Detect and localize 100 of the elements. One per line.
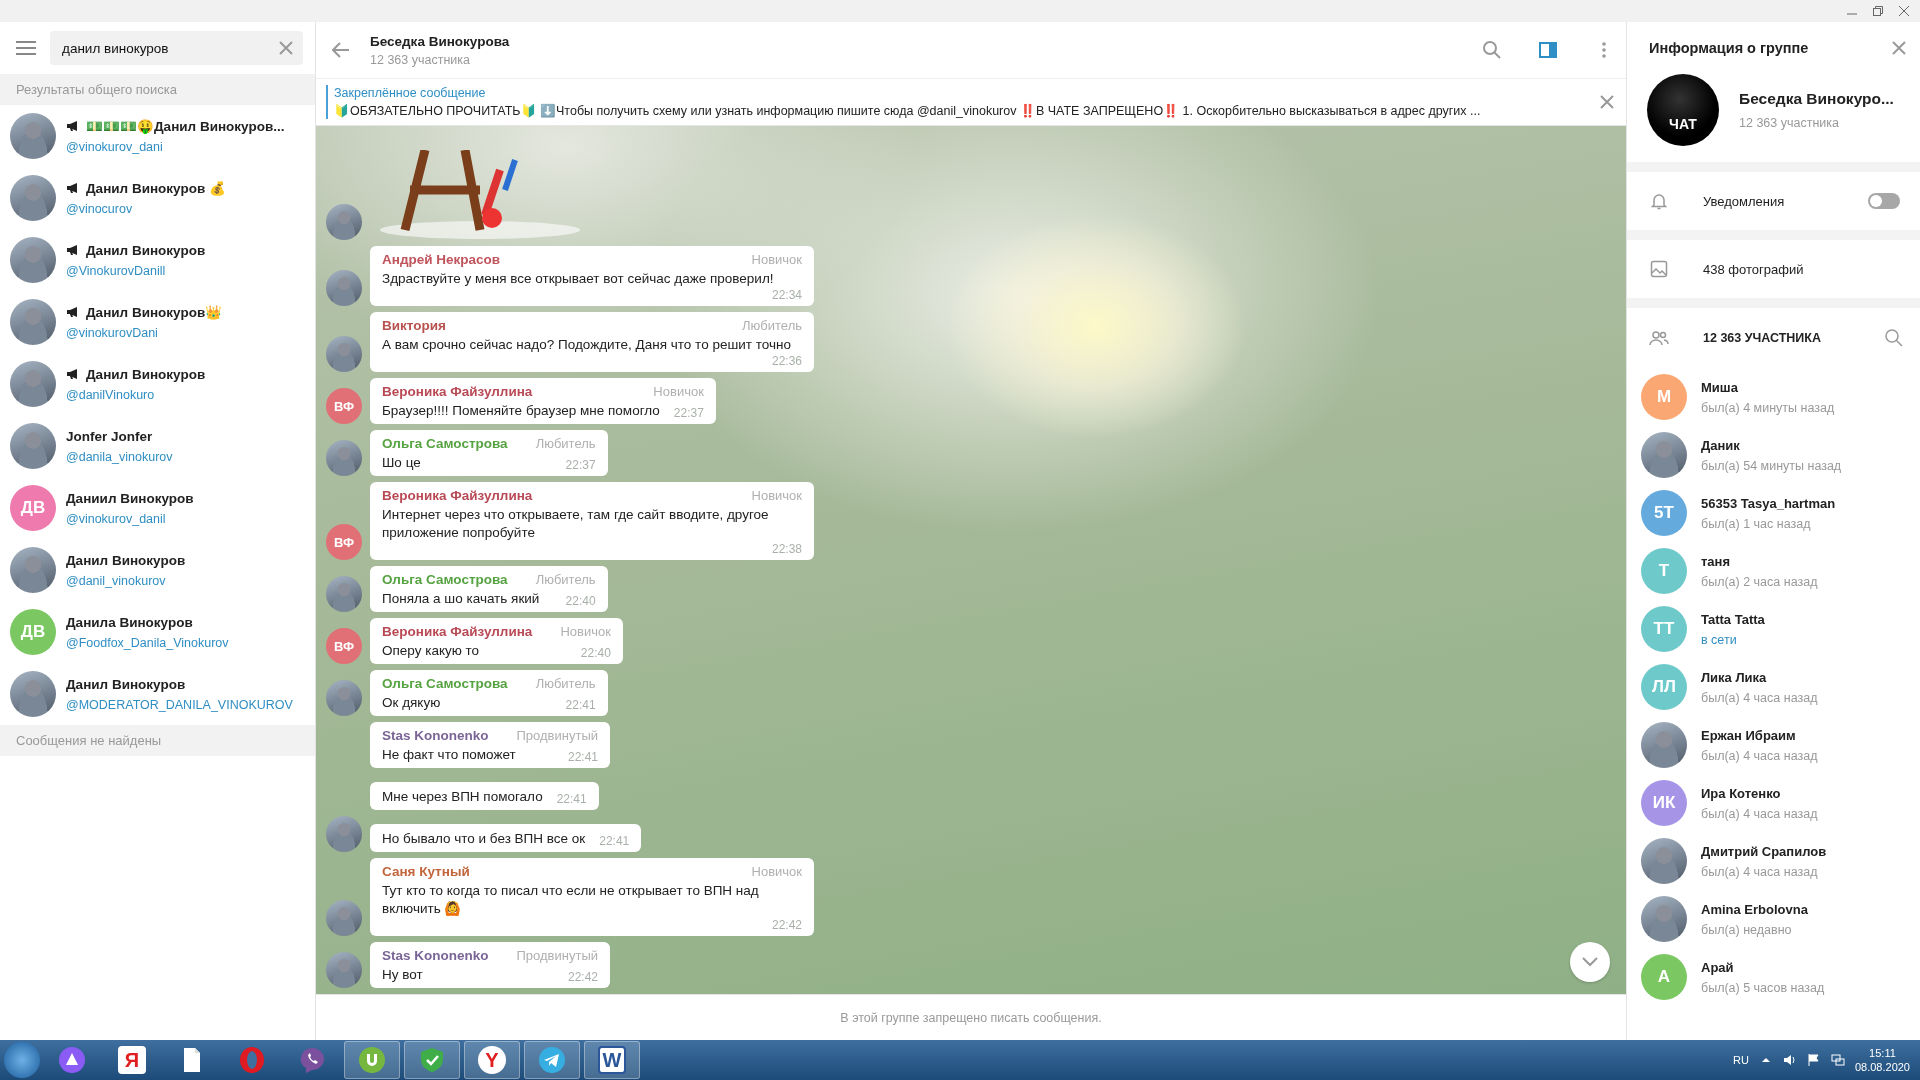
group-name: Беседка Винокуро... (1739, 90, 1894, 108)
photos-row[interactable]: 438 фотографий (1627, 240, 1920, 298)
taskbar-app[interactable]: W (584, 1041, 640, 1079)
search-result[interactable]: 💵💵💵🤑Данил Винокуров... @vinokurov_dani (0, 105, 315, 167)
bell-icon (1649, 191, 1669, 211)
sender-name[interactable]: Stas Kononenko (382, 948, 489, 963)
sender-name[interactable]: Саня Кутный (382, 864, 470, 879)
message-text: Мне через ВПН помогало (382, 788, 543, 806)
member-rank: Продвинутый (516, 948, 599, 963)
member-item[interactable]: 5T 56353 Tasya_hartman был(а) 1 час назад (1627, 484, 1920, 542)
avatar-photo (1641, 432, 1687, 478)
member-status: был(а) 5 часов назад (1701, 980, 1825, 995)
member-name: Дмитрий Срапилов (1701, 843, 1827, 859)
member-rank: Любитель (742, 318, 802, 333)
message-text: Браузер!!!! Поменяйте браузер мне помогло (382, 402, 660, 420)
close-icon[interactable] (1892, 41, 1906, 55)
member-item[interactable]: ИК Ира Котенко был(а) 4 часа назад (1627, 774, 1920, 832)
browser-icon: Y (478, 1046, 506, 1074)
maximize-icon[interactable] (1872, 5, 1884, 17)
search-field[interactable]: данил винокуров (50, 31, 303, 65)
image-icon (1649, 259, 1669, 279)
sender-name[interactable]: Вероника Файзуллина (382, 384, 533, 399)
search-result[interactable]: Данил Винокуров @VinokurovDanill (0, 229, 315, 291)
speaker-icon[interactable] (1782, 1053, 1797, 1067)
member-item[interactable]: Дмитрий Срапилов был(а) 4 часа назад (1627, 832, 1920, 890)
search-result[interactable]: ДВ Данила Винокуров @Foodfox_Danila_Vinokurov (0, 601, 315, 663)
language-indicator[interactable]: RU (1733, 1054, 1749, 1066)
search-result[interactable]: Данил Винокуров👑 @vinokurovDani (0, 291, 315, 353)
search-result[interactable]: Jonfer Jonfer @danila_vinokurov (0, 415, 315, 477)
search-icon[interactable] (1482, 40, 1502, 60)
clear-icon[interactable] (279, 41, 293, 55)
member-name: Арай (1701, 959, 1735, 975)
member-name: Ержан Ибраим (1701, 727, 1797, 743)
taskbar-app[interactable]: Я (104, 1041, 160, 1079)
member-rank: Новичок (653, 384, 704, 399)
member-item[interactable]: Ержан Ибраим был(а) 4 часа назад (1627, 716, 1920, 774)
search-result[interactable]: ДВ Даниил Винокуров @vinokurov_danil (0, 477, 315, 539)
result-name: Jonfer Jonfer (66, 428, 153, 444)
avatar-initials: ВФ (326, 628, 362, 664)
back-arrow-icon[interactable] (332, 42, 350, 58)
member-name: Миша (1701, 379, 1739, 395)
message-text: Здраствуйте у меня все открывает вот сейчас даже проверил! (382, 270, 774, 288)
member-status: был(а) 4 часа назад (1701, 864, 1819, 879)
scroll-down-button[interactable] (1570, 942, 1610, 982)
chat-title: Беседка Винокурова (370, 33, 511, 49)
taskbar-app[interactable]: Y (464, 1041, 520, 1079)
member-item[interactable]: Т таня был(а) 2 часа назад (1627, 542, 1920, 600)
message-text: Оперу какую то (382, 642, 480, 660)
member-item[interactable]: TT Tatta Tatta в сети (1627, 600, 1920, 658)
close-icon[interactable] (1600, 95, 1614, 109)
sender-name[interactable]: Виктория (382, 318, 446, 333)
chat-bubble-icon (298, 1046, 326, 1074)
message-text: Поняла а шо качать який (382, 590, 540, 608)
start-button[interactable] (4, 1042, 40, 1078)
member-item[interactable]: ЛЛ Лика Лика был(а) 4 часа назад (1627, 658, 1920, 716)
result-name: Данил Винокуров (86, 242, 206, 258)
member-status: был(а) недавно (1701, 922, 1793, 937)
menu-icon[interactable] (16, 40, 36, 56)
search-result[interactable]: Данил Винокуров @danilVinokuro (0, 353, 315, 415)
member-item[interactable]: Amina Erbolovna был(а) недавно (1627, 890, 1920, 948)
message-time: 22:41 (599, 834, 630, 848)
sidebar-icon[interactable] (1538, 40, 1558, 60)
search-result[interactable]: Данил Винокуров @MODERATOR_DANILA_VINOKUROV (0, 663, 315, 725)
member-item[interactable]: М Миша был(а) 4 минуты назад (1627, 368, 1920, 426)
result-username: @MODERATOR_DANILA_VINOKUROV (66, 697, 293, 712)
member-item[interactable]: А Арай был(а) 5 часов назад (1627, 948, 1920, 1006)
close-icon[interactable] (1898, 5, 1910, 17)
search-result[interactable]: Данил Винокуров @danil_vinokurov (0, 539, 315, 601)
result-username: @vinocurov (66, 202, 134, 216)
sender-name[interactable]: Stas Kononenko (382, 728, 489, 743)
sender-name[interactable]: Вероника Файзуллина (382, 488, 533, 503)
member-count: 12 363 участника (370, 52, 471, 67)
search-icon[interactable] (1884, 328, 1904, 348)
pinned-label[interactable]: Закреплённое сообщение (334, 86, 1600, 100)
avatar-initials: ВФ (326, 388, 362, 424)
sender-name[interactable]: Вероника Файзуллина (382, 624, 533, 639)
network-icon[interactable] (1830, 1053, 1845, 1067)
member-name: Даник (1701, 437, 1741, 453)
notifications-label: Уведомления (1703, 193, 1786, 209)
result-username: @danila_vinokurov (66, 449, 173, 464)
member-name: Лика Лика (1701, 669, 1768, 685)
notifications-toggle[interactable] (1868, 193, 1900, 209)
taskbar-app[interactable] (524, 1041, 580, 1079)
megaphone-icon (66, 244, 80, 256)
search-result[interactable]: Данил Винокуров 💰 @vinocurov (0, 167, 315, 229)
members-header: 12 363 УЧАСТНИКА (1703, 331, 1822, 345)
avatar-photo (326, 952, 362, 988)
avatar-photo (1641, 722, 1687, 768)
message-text: Шо це (382, 454, 421, 472)
result-username: @danil_vinokurov (66, 573, 167, 588)
member-item[interactable]: Даник был(а) 54 минуты назад (1627, 426, 1920, 484)
megaphone-icon (66, 120, 80, 132)
clock[interactable]: 15:11 08.08.2020 (1854, 1047, 1910, 1073)
result-username: @Foodfox_Danila_Vinokurov (66, 635, 229, 650)
member-name: Tatta Tatta (1701, 611, 1765, 627)
sender-name[interactable]: Андрей Некрасов (382, 252, 501, 267)
member-rank: Новичок (751, 488, 802, 503)
pinned-message[interactable]: 🔰ОБЯЗАТЕЛЬНО ПРОЧИТАТЬ🔰 ⬇Чтобы получить схему или узнать информацию пишите сюда @danil_vinokurov ‼В ЧАТЕ ЗАПРЕЩЕНО‼ 1. Оскорбительно высказываться в адрес других ... (334, 103, 1600, 118)
taskbar-app[interactable] (344, 1041, 400, 1079)
flag-icon[interactable] (1806, 1053, 1821, 1067)
